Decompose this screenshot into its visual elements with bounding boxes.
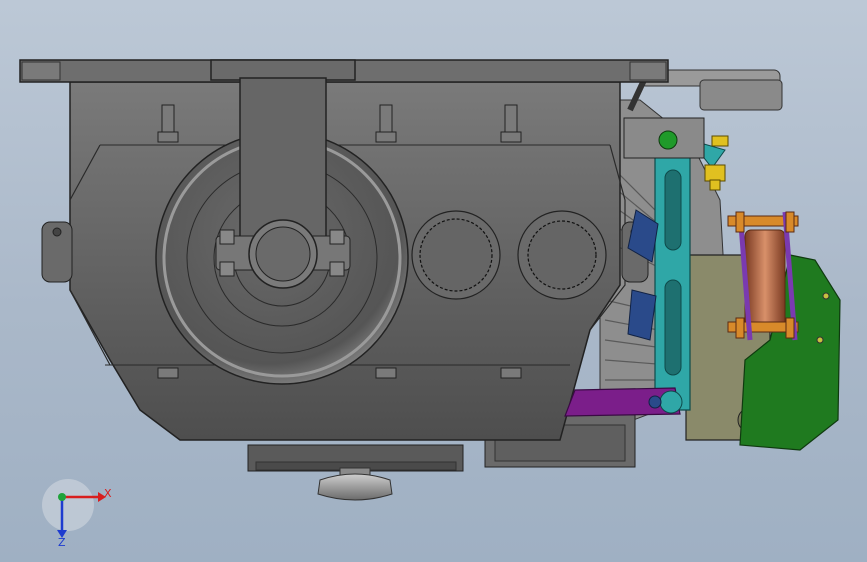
z-axis-label: Z	[58, 536, 66, 549]
x-axis-label: X	[104, 487, 112, 500]
link-arm[interactable]	[564, 387, 683, 417]
left-lug[interactable]	[41, 221, 73, 283]
idler-gear-2[interactable]	[517, 210, 607, 300]
y-axis-icon	[58, 493, 66, 501]
cad-viewport[interactable]: X Z	[0, 0, 867, 562]
idler-gear-1[interactable]	[411, 210, 501, 300]
leveling-foot[interactable]	[317, 467, 393, 501]
orientation-triad: X Z	[42, 479, 112, 549]
gearbox-model[interactable]: X Z	[0, 0, 867, 562]
